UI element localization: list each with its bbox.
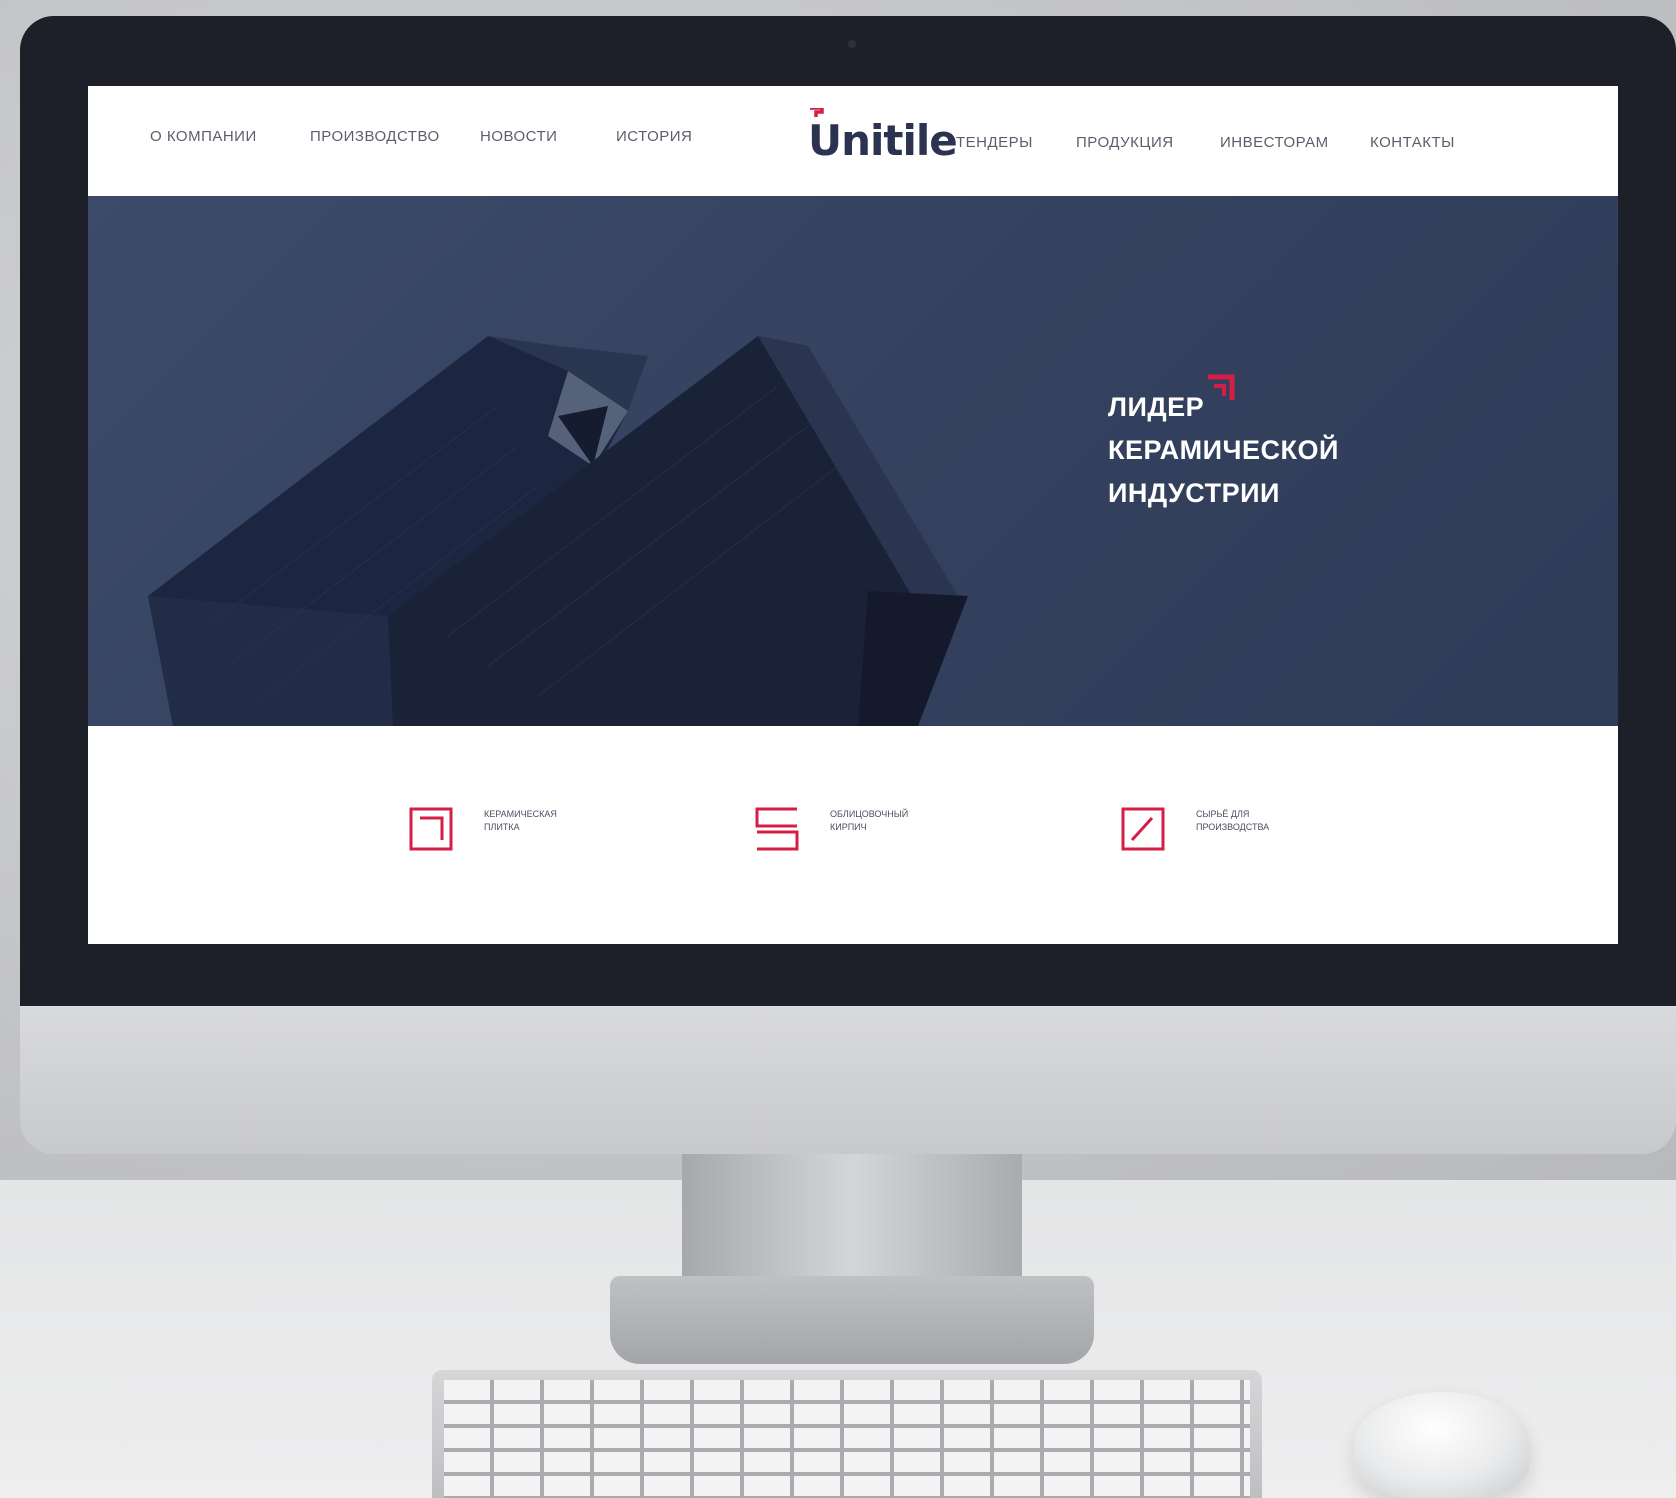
hero-banner: ЛИДЕР КЕРАМИЧЕСКОЙ ИНДУСТРИИ — [88, 196, 1618, 726]
feature-label: КЕРАМИЧЕСКАЯ ПЛИТКА — [484, 809, 557, 832]
tile-square-icon — [409, 807, 453, 851]
camera-dot — [848, 40, 856, 48]
nav-link-news[interactable]: НОВОСТИ — [480, 128, 557, 145]
feature-raw-materials[interactable]: СЫРЬЁ ДЛЯ ПРОИЗВОДСТВА — [1120, 806, 1306, 852]
monitor-stand-foot — [610, 1276, 1094, 1364]
hero-title-line-3: ИНДУСТРИИ — [1108, 478, 1280, 508]
nav-link-history[interactable]: ИСТОРИЯ — [616, 128, 692, 145]
nav-link-contacts[interactable]: КОНТАКТЫ — [1370, 134, 1455, 151]
monitor-stand-neck — [682, 1154, 1022, 1284]
feature-label: СЫРЬЁ ДЛЯ ПРОИЗВОДСТВА — [1196, 809, 1270, 832]
feature-ceramic-tile[interactable]: КЕРАМИЧЕСКАЯ ПЛИТКА — [408, 806, 594, 852]
monitor-chin — [20, 1006, 1676, 1154]
product-categories: КЕРАМИЧЕСКАЯ ПЛИТКА ОБЛИЦОВОЧНЫЙ КИРПИЧ … — [88, 726, 1618, 944]
keyboard-keys — [444, 1380, 1250, 1498]
website-screen: О КОМПАНИИ ПРОИЗВОДСТВО НОВОСТИ ИСТОРИЯ … — [88, 86, 1618, 944]
logo-text: Unitile — [808, 115, 958, 165]
hero-title: ЛИДЕР КЕРАМИЧЕСКОЙ ИНДУСТРИИ — [1108, 386, 1428, 515]
nav-link-production[interactable]: ПРОИЗВОДСТВО — [310, 128, 440, 145]
feature-facing-brick[interactable]: ОБЛИЦОВОЧНЫЙ КИРПИЧ — [754, 806, 940, 852]
nav-link-products[interactable]: ПРОДУКЦИЯ — [1076, 134, 1174, 151]
keyboard — [432, 1370, 1262, 1498]
hero-title-line-1: ЛИДЕР — [1108, 392, 1205, 422]
site-logo[interactable]: Unitile — [808, 108, 958, 170]
nav-link-about[interactable]: О КОМПАНИИ — [150, 128, 257, 145]
raw-material-slash-icon — [1121, 807, 1165, 851]
hero-title-line-2: КЕРАМИЧЕСКОЙ — [1108, 435, 1339, 465]
logo-accent-mark — [810, 108, 824, 117]
feature-label: ОБЛИЦОВОЧНЫЙ КИРПИЧ — [830, 809, 909, 832]
mouse — [1354, 1392, 1530, 1498]
brick-layers-icon — [755, 807, 799, 851]
site-header: О КОМПАНИИ ПРОИЗВОДСТВО НОВОСТИ ИСТОРИЯ … — [88, 86, 1618, 196]
nav-link-tenders[interactable]: ТЕНДЕРЫ — [956, 134, 1033, 151]
nav-link-investors[interactable]: ИНВЕСТОРАМ — [1220, 134, 1329, 151]
